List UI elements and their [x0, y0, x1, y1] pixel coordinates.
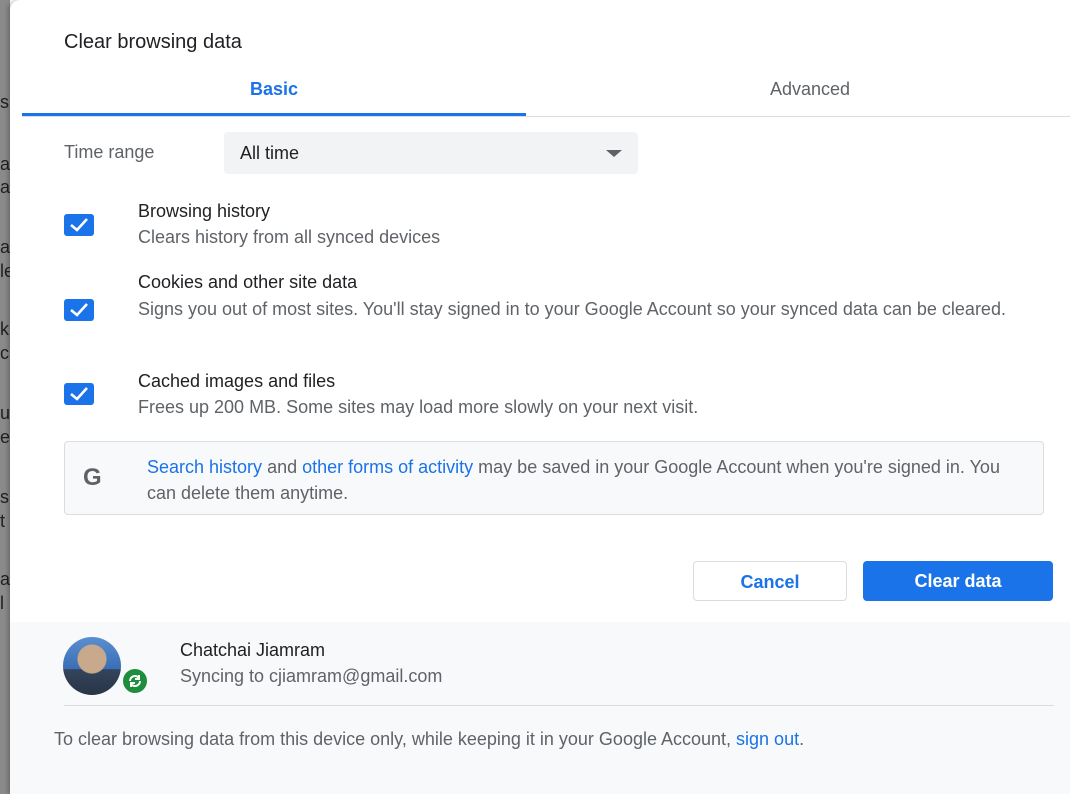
browsing-history-checkbox[interactable] — [64, 214, 94, 236]
info-text: Search history and other forms of activi… — [147, 454, 1027, 506]
sign-out-link[interactable]: sign out — [736, 729, 799, 749]
time-range-select[interactable]: All time — [224, 132, 638, 174]
cached-images-title: Cached images and files — [138, 371, 336, 391]
tab-advanced[interactable]: Advanced — [558, 70, 1062, 115]
sign-out-note: To clear browsing data from this device … — [54, 726, 1014, 752]
checkmark-icon — [70, 218, 88, 232]
cancel-button[interactable]: Cancel — [693, 561, 847, 601]
checkmark-icon — [70, 303, 88, 317]
time-range-value: All time — [240, 143, 300, 163]
tab-bar: Basic Advanced — [22, 70, 1070, 117]
browsing-history-title: Browsing history — [138, 201, 271, 221]
background-text: s — [0, 92, 9, 112]
account-footer: Chatchai Jiamram Syncing to cjiamram@gma… — [10, 622, 1070, 794]
sync-arrows-icon — [129, 675, 141, 687]
background-text: k — [0, 319, 9, 339]
sync-icon — [120, 666, 150, 696]
page: s a a a le k c u e s t a l Clear browsin… — [0, 0, 1070, 794]
sign-out-note-text: To clear browsing data from this device … — [54, 729, 737, 749]
google-g-icon: G — [83, 464, 102, 491]
account-sync-status: Syncing to cjiamram@gmail.com — [180, 666, 443, 686]
background-text: a — [0, 154, 10, 174]
clear-data-button[interactable]: Clear data — [863, 561, 1053, 601]
tab-basic[interactable]: Basic — [22, 70, 526, 116]
divider — [64, 705, 1054, 706]
clear-browsing-data-dialog: Clear browsing data Basic Advanced Time … — [10, 0, 1070, 794]
sign-out-note-end: . — [799, 729, 805, 749]
background-text: a — [0, 569, 10, 589]
account-name: Chatchai Jiamram — [180, 640, 326, 660]
background-text: l — [0, 593, 4, 613]
background-text: a — [0, 177, 10, 197]
cookies-description: Signs you out of most sites. You'll stay… — [138, 299, 1006, 319]
dialog-title: Clear browsing data — [64, 31, 242, 53]
time-range-label: Time range — [64, 142, 155, 162]
background-text: le — [0, 261, 10, 281]
info-text-part: and — [262, 457, 303, 477]
background-text: t — [0, 511, 6, 531]
google-activity-info-box: G Search history and other forms of acti… — [64, 441, 1044, 515]
cached-images-description: Frees up 200 MB. Some sites may load mor… — [138, 397, 699, 417]
browsing-history-description: Clears history from all synced devices — [138, 227, 441, 247]
cookies-checkbox[interactable] — [64, 299, 94, 321]
background-text: e — [0, 427, 10, 447]
background-window: s a a a le k c u e s t a l — [0, 0, 10, 794]
dropdown-arrow-icon — [606, 150, 622, 157]
cookies-title: Cookies and other site data — [138, 272, 358, 292]
background-text: c — [0, 343, 9, 363]
avatar — [63, 637, 121, 695]
background-text: a — [0, 237, 10, 257]
cached-images-checkbox[interactable] — [64, 383, 94, 405]
search-history-link[interactable]: Search history — [147, 457, 262, 477]
background-text: u — [0, 403, 10, 423]
other-activity-link[interactable]: other forms of activity — [302, 457, 473, 477]
background-text: s — [0, 487, 9, 507]
checkmark-icon — [70, 387, 88, 401]
